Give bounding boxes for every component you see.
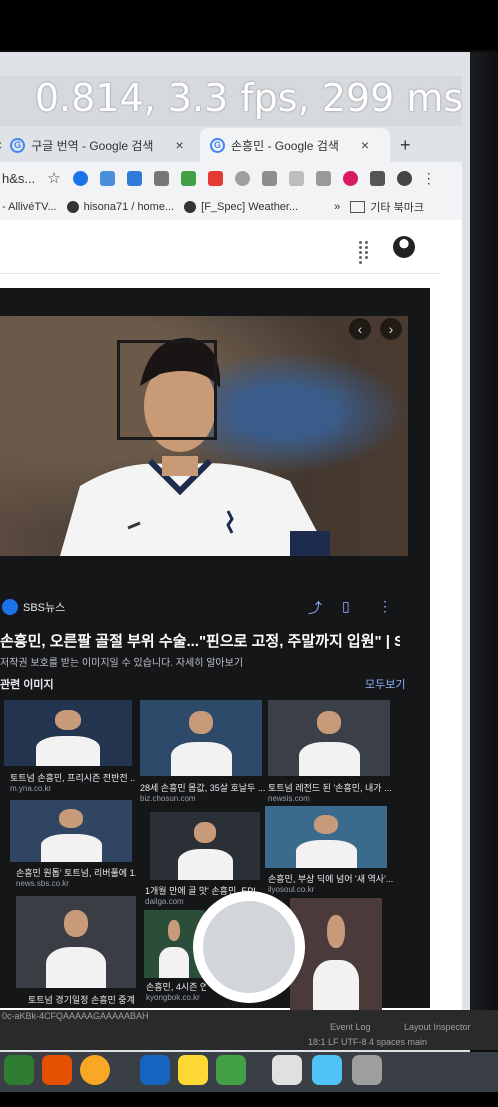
previous-image-button[interactable]: ‹ — [349, 318, 371, 340]
google-icon: G — [10, 137, 26, 153]
new-tab-button[interactable]: + — [400, 128, 411, 162]
github-icon — [184, 201, 197, 213]
extension-icon[interactable] — [180, 170, 196, 186]
app-dock-icon[interactable] — [42, 1055, 72, 1085]
extension-icon[interactable] — [153, 170, 169, 186]
thumb-caption[interactable]: 손흥민, 4시즌 연속... — [146, 980, 206, 993]
google-icon: G — [210, 137, 225, 153]
monitor-bottom-bezel — [0, 1092, 498, 1107]
related-image-thumb[interactable] — [140, 700, 262, 776]
search-header — [0, 221, 440, 274]
ide-status-text: 18:1 LF UTF-8 4 spaces main — [308, 1037, 428, 1047]
account-avatar[interactable] — [393, 236, 415, 258]
thumb-source: dailga.com — [145, 897, 184, 906]
bookmark-label: hisona71 / home... — [83, 201, 175, 213]
extension-icon[interactable] — [72, 170, 88, 186]
trash-icon[interactable] — [352, 1055, 382, 1085]
thumb-caption[interactable]: 손흥민, 부상 딕에 넘어 '새 역사'... — [268, 872, 393, 885]
thumb-source: news.sbs.co.kr — [16, 879, 69, 888]
screen-right-edge — [470, 52, 498, 1012]
related-image-thumb[interactable] — [265, 806, 387, 868]
extension-icon[interactable] — [288, 170, 304, 186]
thumb-caption[interactable]: 손흥민 원톱' 토트넘, 리버풀에 1... — [16, 866, 136, 879]
extension-icon[interactable] — [207, 170, 223, 186]
thumb-caption[interactable]: 28세 손흥민 몸값, 35살 호날두 ... — [140, 781, 265, 794]
browser-toolbar: h&s... ☆ ⋮ — [0, 162, 462, 194]
shutter-button-inner[interactable] — [203, 901, 295, 993]
thumb-source: biz.chosun.com — [140, 794, 196, 803]
bookmark-label: [F_Spec] Weather... — [201, 201, 299, 213]
related-image-thumb[interactable] — [4, 700, 132, 766]
extension-icon[interactable] — [99, 170, 115, 186]
extension-icon[interactable] — [234, 170, 250, 186]
folder-dock-icon[interactable] — [312, 1055, 342, 1085]
bookmark-item[interactable]: hisona71 / home... — [66, 201, 175, 213]
thumb-caption[interactable]: 토트넘 손흥민, 프리시즌 전반전 ... — [10, 771, 135, 784]
source-name: SBS뉴스 — [23, 602, 66, 614]
bookmark-item[interactable]: - AllivéTV... — [2, 201, 57, 213]
thumb-source: kyongbok.co.kr — [146, 993, 200, 1002]
address-bar[interactable]: h&s... — [2, 171, 35, 186]
monitor-top-bezel — [0, 0, 498, 50]
image-title-link[interactable]: 손흥민, 오른팔 골절 부위 수술..."핀으로 고정, 주말까지 입원" | … — [0, 630, 400, 651]
extension-icon[interactable] — [342, 170, 358, 186]
sbs-logo-icon — [2, 599, 18, 615]
puzzle-icon[interactable] — [369, 170, 385, 186]
related-images-heading: 관련 이미지 — [0, 679, 54, 691]
app-dock-icon[interactable] — [4, 1055, 34, 1085]
more-options-icon[interactable]: ⋮ — [378, 598, 392, 615]
download-icon[interactable] — [315, 170, 331, 186]
thumb-source: m.yna.co.kr — [10, 784, 52, 793]
bookmark-icon[interactable]: ▯ — [342, 598, 350, 615]
app-dock-icon[interactable] — [216, 1055, 246, 1085]
bookmarks-bar: - AllivéTV... hisona71 / home... [F_Spec… — [0, 194, 462, 221]
bookmark-item[interactable]: [F_Spec] Weather... — [184, 201, 298, 213]
profile-avatar-icon[interactable] — [396, 170, 412, 186]
event-log-button[interactable]: Event Log — [330, 1022, 371, 1032]
app-dock-icon[interactable] — [140, 1055, 170, 1085]
ide-path-text: 0c-aKBk-4CFQAAAAAGAAAAABAH — [2, 1011, 149, 1021]
globe-icon — [66, 201, 79, 213]
os-dock — [0, 1052, 498, 1092]
share-icon[interactable]: ⤴ — [308, 598, 322, 618]
close-icon[interactable]: × — [361, 137, 369, 153]
related-image-thumb[interactable] — [150, 812, 260, 880]
tab-label: 손흥민 - Google 검색 — [231, 138, 339, 153]
extension-icon[interactable] — [261, 170, 277, 186]
kebab-menu-icon[interactable]: ⋮ — [422, 170, 436, 187]
close-icon[interactable]: × — [175, 137, 183, 153]
thumb-source: newsis.com — [268, 794, 310, 803]
app-dock-icon[interactable] — [272, 1055, 302, 1085]
google-apps-icon[interactable] — [357, 240, 371, 264]
thumb-source: ilyosoul.co.kr — [268, 885, 315, 894]
copyright-notice: 저작권 보호를 받는 이미지일 수 있습니다. 자세히 알아보기 — [0, 658, 244, 669]
related-image-thumb[interactable] — [268, 700, 390, 776]
tab-label: 구글 번역 - Google 검색 — [31, 138, 154, 153]
bookmark-label: - AllivéTV... — [2, 201, 57, 213]
layout-inspector-button[interactable]: Layout Inspector — [404, 1022, 471, 1032]
thumb-caption[interactable]: 토트넘 경기일정 손흥민 중계 — [28, 993, 138, 1006]
face-detection-box — [117, 340, 217, 440]
inference-stats-overlay: 0.814, 3.3 fps, 299 ms — [34, 76, 464, 120]
related-image-thumb[interactable] — [10, 800, 132, 862]
next-image-button[interactable]: › — [380, 318, 402, 340]
related-image-thumb[interactable] — [16, 896, 136, 988]
star-icon[interactable]: ☆ — [47, 169, 60, 187]
bookmark-label: 기타 북마크 — [370, 202, 424, 214]
tab-google-translate[interactable]: × G 구글 번역 - Google 검색 × — [0, 128, 184, 162]
close-icon[interactable]: × — [0, 137, 2, 153]
kakaotalk-icon[interactable] — [178, 1055, 208, 1085]
thumb-caption[interactable]: 토트넘 레전드 된 '손흥민, 내가 ... — [268, 781, 393, 794]
extension-icon[interactable] — [126, 170, 142, 186]
image-source-row[interactable]: SBS뉴스 — [0, 597, 400, 617]
other-bookmarks-folder[interactable]: 기타 북마크 — [350, 199, 424, 215]
view-all-link[interactable]: 모두보기 — [365, 676, 405, 692]
app-dock-icon[interactable] — [80, 1055, 110, 1085]
tab-son-search[interactable]: G 손흥민 - Google 검색 × — [200, 128, 390, 162]
more-bookmarks-button[interactable]: » — [334, 201, 340, 213]
folder-icon — [350, 201, 366, 213]
